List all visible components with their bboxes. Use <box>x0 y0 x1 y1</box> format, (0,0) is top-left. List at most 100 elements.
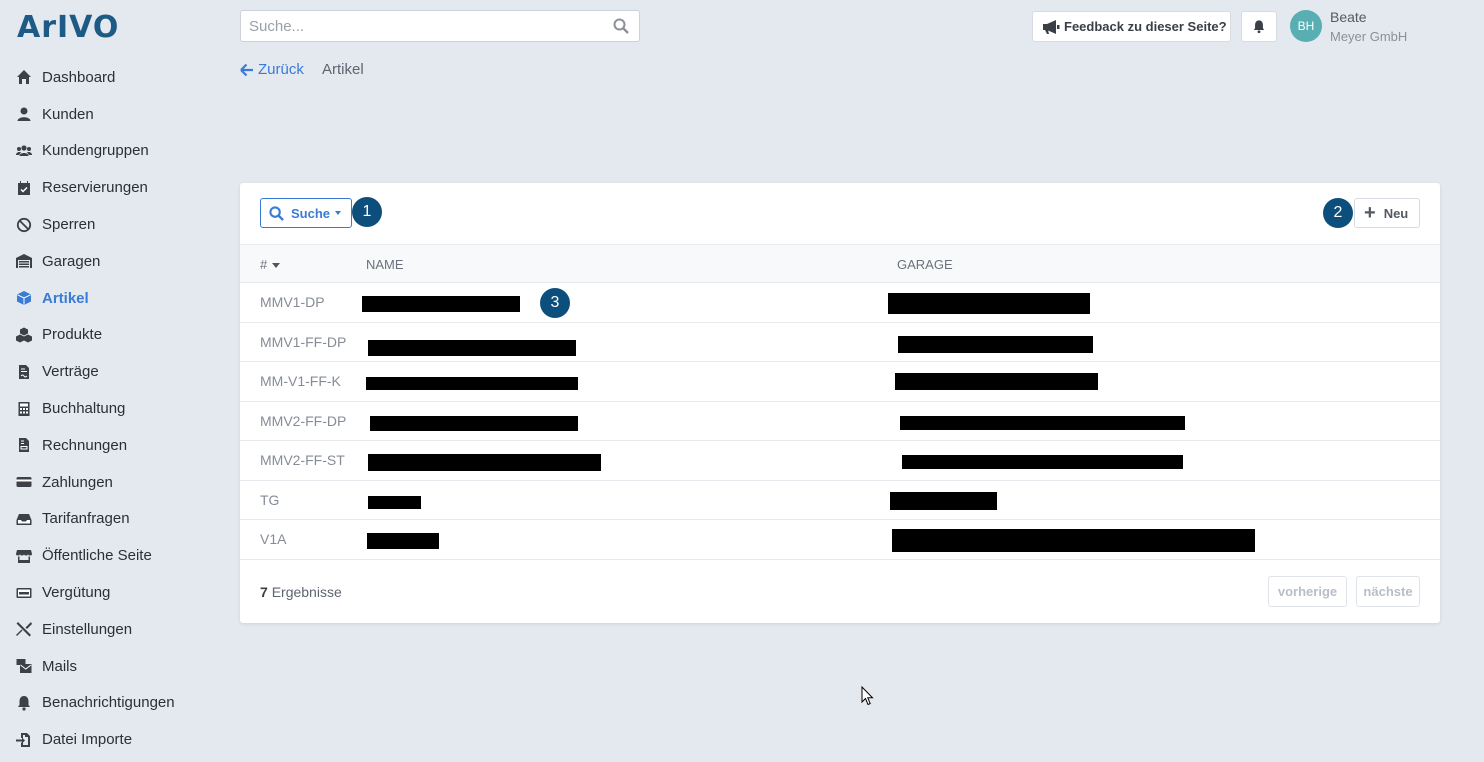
redacted-garage <box>902 455 1183 469</box>
sidebar-item-label: Kundengruppen <box>42 142 149 160</box>
previous-page-button[interactable]: vorherige <box>1268 576 1347 607</box>
sidebar-item-label: Rechnungen <box>42 436 128 454</box>
sidebar-item-produkte[interactable]: Produkte <box>0 317 220 354</box>
search-icon[interactable] <box>603 18 639 34</box>
avatar[interactable]: BH <box>1290 10 1322 42</box>
sidebar-item-label: Kunden <box>42 105 94 123</box>
row-code: MMV2-FF-DP <box>260 412 347 429</box>
sidebar-item-label: Reservierungen <box>42 179 148 197</box>
row-code: MM-V1-FF-K <box>260 373 341 389</box>
results-count-number: 7 <box>260 584 268 600</box>
back-link[interactable]: Zurück <box>240 61 304 78</box>
sidebar-item-verguetung[interactable]: Vergütung <box>0 574 220 611</box>
cubes-icon <box>15 326 33 344</box>
column-header-name[interactable]: NAME <box>366 257 404 272</box>
sidebar-item-kundengruppen[interactable]: Kundengruppen <box>0 133 220 170</box>
sidebar-item-label: Vergütung <box>42 584 111 602</box>
file-invoice-icon <box>15 436 33 454</box>
sidebar-item-einstellungen[interactable]: Einstellungen <box>0 611 220 648</box>
mail-bulk-icon <box>15 657 33 675</box>
sidebar-item-label: Datei Importe <box>42 731 133 749</box>
sidebar-item-label: Buchhaltung <box>42 400 126 418</box>
results-count-label: Ergebnisse <box>271 584 342 600</box>
articles-card: Suche 1 2 + Neu # NAME GARAGE MMV1-DP 3 … <box>240 183 1440 623</box>
sort-desc-icon <box>272 263 281 269</box>
redacted-garage <box>890 491 997 510</box>
sidebar-item-buchhaltung[interactable]: Buchhaltung <box>0 390 220 427</box>
sidebar-item-mails[interactable]: Mails <box>0 648 220 685</box>
sidebar-item-vertraege[interactable]: Verträge <box>0 353 220 390</box>
sidebar-item-benachrichtigungen[interactable]: Benachrichtigungen <box>0 685 220 722</box>
calendar-check-icon <box>15 179 33 197</box>
mouse-cursor-icon <box>861 685 875 711</box>
tools-icon <box>15 620 33 638</box>
new-button-label: Neu <box>1383 205 1409 221</box>
sidebar-item-datei-importe[interactable]: Datei Importe <box>0 721 220 758</box>
column-header-id-label: # <box>260 257 268 272</box>
notifications-button[interactable] <box>1241 11 1277 42</box>
app-logo[interactable]: ArIVO <box>17 10 119 45</box>
user-name[interactable]: Beate <box>1330 9 1367 25</box>
redacted-garage <box>900 415 1185 430</box>
search-dropdown-label: Suche <box>291 205 331 221</box>
search-input[interactable] <box>241 11 603 41</box>
search-icon <box>269 205 284 221</box>
table-row[interactable]: MMV1-FF-DP <box>240 323 1440 362</box>
calculator-icon <box>15 400 33 418</box>
column-header-garage[interactable]: GARAGE <box>897 257 953 272</box>
sidebar-item-label: Sperren <box>42 216 96 234</box>
sidebar-item-dashboard[interactable]: Dashboard <box>0 59 220 96</box>
sidebar-item-label: Garagen <box>42 252 101 270</box>
annotation-badge-2: 2 <box>1323 198 1353 228</box>
sidebar-item-garagen[interactable]: Garagen <box>0 243 220 280</box>
table-row[interactable]: MMV1-DP 3 <box>240 283 1440 323</box>
back-label: Zurück <box>258 61 304 78</box>
caret-down-icon <box>335 211 342 215</box>
redacted-name <box>368 339 576 356</box>
table-row[interactable]: MMV2-FF-DP <box>240 402 1440 441</box>
sidebar-item-reservierungen[interactable]: Reservierungen <box>0 169 220 206</box>
sidebar-item-label: Dashboard <box>42 68 116 86</box>
sidebar-item-artikel[interactable]: Artikel <box>0 280 220 317</box>
table-row[interactable]: MMV2-FF-ST <box>240 441 1440 481</box>
row-code: MMV1-DP <box>260 294 325 310</box>
sidebar-item-label: Mails <box>42 657 78 675</box>
user-company: Meyer GmbH <box>1330 29 1408 44</box>
new-button[interactable]: + Neu <box>1354 198 1420 228</box>
global-search <box>240 10 640 42</box>
file-contract-icon <box>15 363 33 381</box>
breadcrumb-current: Artikel <box>322 61 364 78</box>
sidebar-item-tarifanfragen[interactable]: Tarifanfragen <box>0 501 220 538</box>
annotation-badge-1: 1 <box>352 197 382 227</box>
plus-icon: + <box>1364 202 1376 224</box>
redacted-name <box>368 454 601 471</box>
redacted-garage <box>888 293 1090 314</box>
file-import-icon <box>15 731 33 749</box>
bullhorn-icon <box>1043 19 1060 34</box>
table-header: # NAME GARAGE <box>240 244 1440 283</box>
users-icon <box>15 142 33 160</box>
table-row[interactable]: MM-V1-FF-K <box>240 362 1440 402</box>
table-row[interactable]: V1A <box>240 520 1440 560</box>
redacted-garage <box>898 335 1093 353</box>
sidebar-item-label: Verträge <box>42 363 99 381</box>
sidebar-item-sperren[interactable]: Sperren <box>0 206 220 243</box>
cube-icon <box>15 289 33 307</box>
sidebar-item-oeffentliche-seite[interactable]: Öffentliche Seite <box>0 537 220 574</box>
sidebar-item-rechnungen[interactable]: Rechnungen <box>0 427 220 464</box>
feedback-button[interactable]: Feedback zu dieser Seite? <box>1032 11 1231 42</box>
sidebar-item-label: Öffentliche Seite <box>42 547 152 565</box>
user-icon <box>15 105 33 123</box>
sidebar-item-label: Benachrichtigungen <box>42 694 175 712</box>
search-dropdown-button[interactable]: Suche <box>260 198 352 228</box>
column-header-id[interactable]: # <box>260 257 281 272</box>
home-icon <box>15 68 33 86</box>
redacted-garage <box>895 373 1098 390</box>
table-row[interactable]: TG <box>240 481 1440 520</box>
sidebar-item-kunden[interactable]: Kunden <box>0 96 220 133</box>
bell-icon <box>15 694 33 712</box>
redacted-name <box>370 415 578 431</box>
sidebar-item-zahlungen[interactable]: Zahlungen <box>0 464 220 501</box>
results-count: 7 Ergebnisse <box>260 584 342 600</box>
next-page-button[interactable]: nächste <box>1356 576 1420 607</box>
